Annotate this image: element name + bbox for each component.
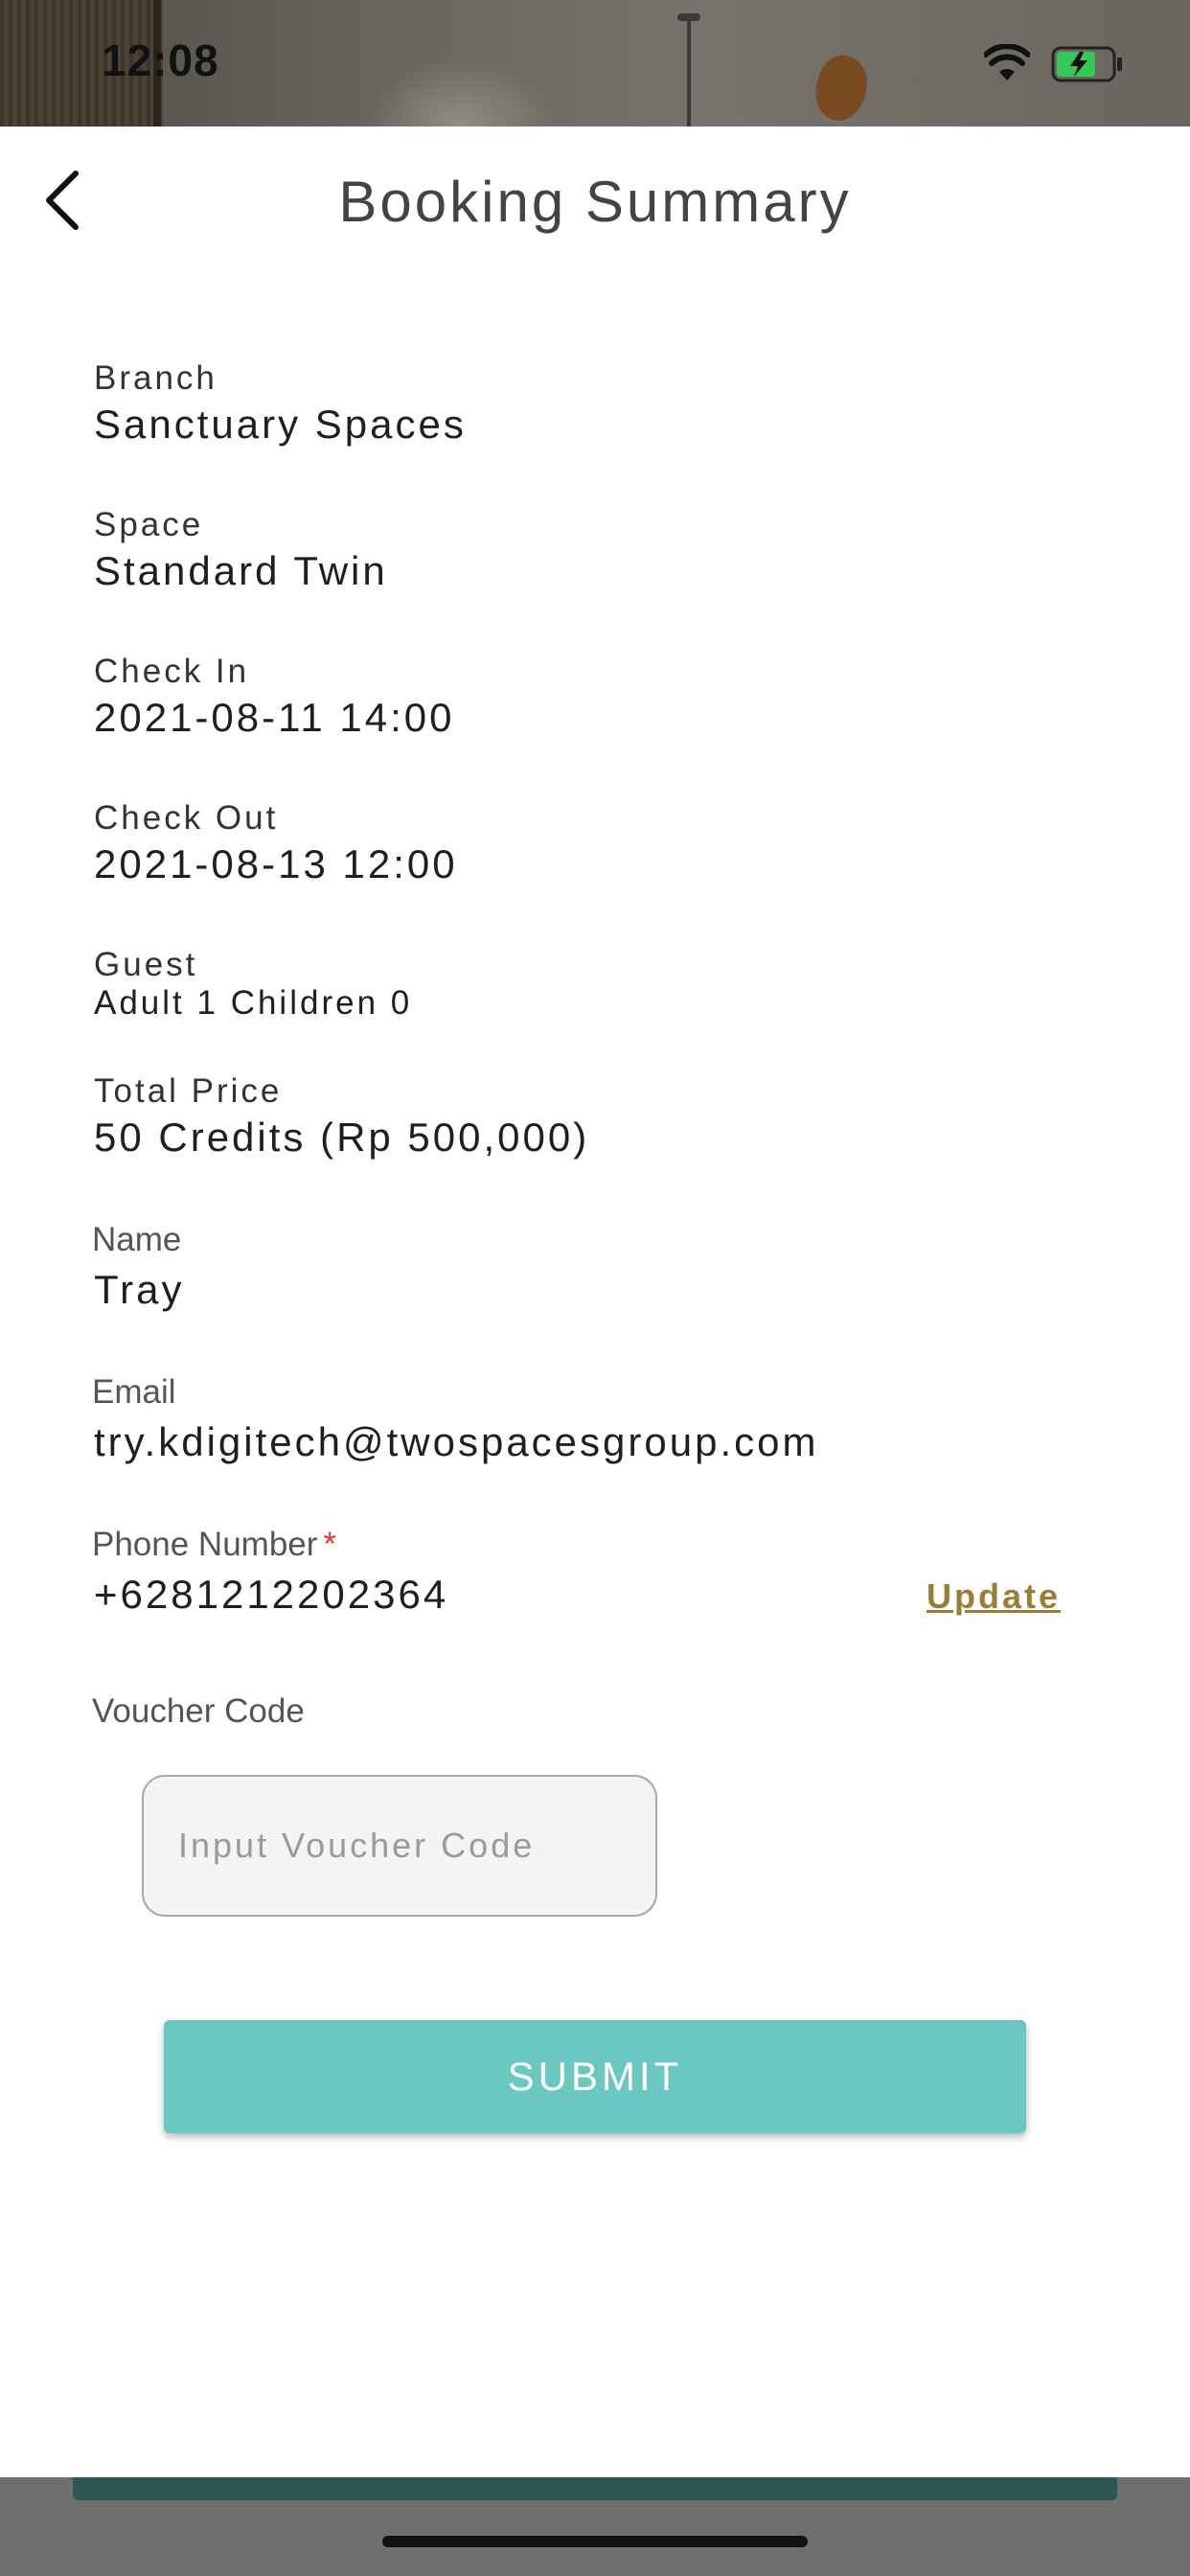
total-price-label: Total Price — [94, 1072, 283, 1110]
signal-icon — [915, 71, 973, 83]
update-phone-link[interactable]: Update — [927, 1576, 1061, 1617]
space-value: Standard Twin — [94, 548, 388, 593]
required-mark: * — [323, 1526, 337, 1563]
battery-charging-icon — [1051, 46, 1122, 82]
phone-number-label-text: Phone Number — [92, 1526, 318, 1563]
check-out-value: 2021-08-13 12:00 — [94, 841, 458, 886]
check-in-label: Check In — [94, 653, 250, 690]
branch-field: Branch Sanctuary Spaces — [94, 358, 1110, 451]
status-bar: 12:08 — [0, 0, 1190, 126]
check-in-value: 2021-08-11 14:00 — [94, 695, 455, 740]
guest-value: Adult 1 Children 0 — [94, 984, 413, 1022]
wifi-icon — [984, 44, 1030, 80]
submit-button[interactable]: SUBMIT — [164, 2020, 1026, 2133]
header: Booking Summary — [0, 126, 1190, 280]
total-price-value: 50 Credits (Rp 500,000) — [94, 1115, 590, 1160]
branch-value: Sanctuary Spaces — [94, 402, 467, 447]
space-field: Space Standard Twin — [94, 505, 1110, 598]
underlying-sheet-edge — [73, 2477, 1117, 2500]
check-in-field: Check In 2021-08-11 14:00 — [94, 652, 1110, 745]
home-indicator[interactable] — [382, 2536, 808, 2547]
background-lamp-glow — [364, 58, 556, 126]
email-value: try.kdigitech@twospacesgroup.com — [94, 1419, 819, 1464]
check-out-label: Check Out — [94, 799, 279, 837]
status-icons — [915, 42, 1135, 86]
voucher-code-input[interactable] — [142, 1775, 657, 1917]
guest-field: Guest Adult 1 Children 0 — [94, 945, 1110, 1023]
branch-label: Branch — [94, 359, 217, 397]
check-out-field: Check Out 2021-08-13 12:00 — [94, 798, 1110, 891]
name-label: Name — [92, 1221, 182, 1258]
email-label: Email — [92, 1373, 176, 1411]
page-title: Booking Summary — [338, 170, 852, 234]
voucher-code-label: Voucher Code — [92, 1692, 305, 1730]
total-price-field: Total Price 50 Credits (Rp 500,000) — [94, 1071, 1110, 1164]
space-label: Space — [94, 506, 204, 543]
phone-number-label: Phone Number * — [92, 1525, 336, 1565]
background-lamp-cord — [687, 13, 691, 126]
guest-label: Guest — [94, 946, 198, 983]
phone-number-value: +6281212202364 — [94, 1572, 449, 1617]
background-wall-decor — [807, 49, 876, 126]
status-time: 12:08 — [102, 35, 219, 85]
name-value: Tray — [94, 1267, 185, 1312]
